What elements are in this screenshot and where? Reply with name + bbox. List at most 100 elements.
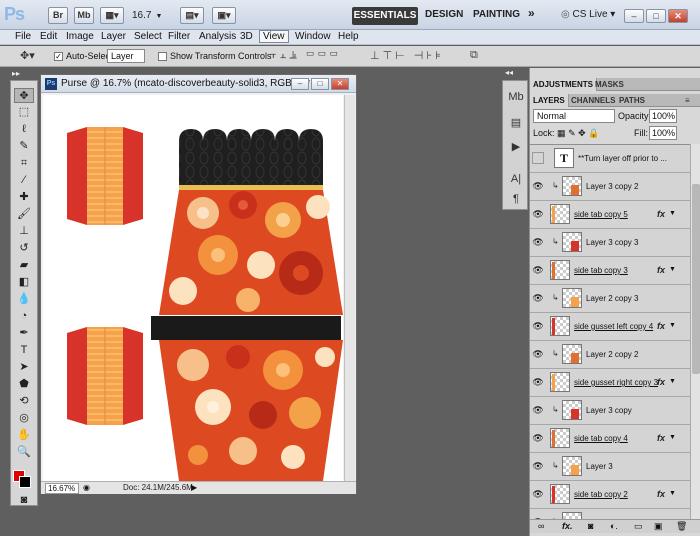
layer-name[interactable]: Layer 3 copy 3 xyxy=(586,238,638,247)
status-menu-icon[interactable]: ◉ xyxy=(83,483,90,492)
collapse-toolbar-icon[interactable]: ▸▸ xyxy=(12,69,20,78)
blend-mode-dropdown[interactable]: Normal xyxy=(533,109,615,123)
layer-effects-icon[interactable]: fx xyxy=(657,377,665,387)
document-vertical-scrollbar[interactable] xyxy=(344,95,355,481)
layer-row[interactable]: 👁 side gusset left copy 4 fx ▼ xyxy=(530,313,690,341)
cs-live-menu[interactable]: ◎ CS Live ▾ xyxy=(561,9,615,20)
lasso-tool-icon[interactable]: ℓ xyxy=(14,122,34,137)
expand-effects-icon[interactable]: ▼ xyxy=(669,378,676,385)
brush-tool-icon[interactable]: 🖌 xyxy=(14,207,34,222)
paragraph-icon[interactable]: ¶ xyxy=(508,191,524,207)
menu-window[interactable]: Window xyxy=(295,31,331,42)
background-color-swatch[interactable] xyxy=(19,476,31,488)
menu-file[interactable]: File xyxy=(15,31,31,42)
opacity-input[interactable]: 100% xyxy=(649,109,677,123)
dodge-tool-icon[interactable]: ◔ xyxy=(14,309,34,324)
mask-icon[interactable]: ◙ xyxy=(588,521,593,531)
visibility-eye-icon[interactable]: 👁 xyxy=(532,320,544,332)
layer-row[interactable]: 👁↳Layer 2 copy xyxy=(530,509,690,519)
visibility-eye-icon[interactable]: 👁 xyxy=(532,460,544,472)
type-tool-icon[interactable]: T xyxy=(14,343,34,358)
arrange-documents-button[interactable]: ▤▾ xyxy=(180,7,204,24)
distribute-icons[interactable]: ⊥⊤⊢ ⊣⊦⊧ xyxy=(370,49,444,62)
visibility-eye-icon[interactable]: 👁 xyxy=(532,348,544,360)
layer-name[interactable]: side gusset right copy 3 xyxy=(574,378,658,387)
visibility-eye-icon[interactable] xyxy=(532,152,544,164)
tab-paths[interactable]: PATHS xyxy=(616,94,648,107)
restore-button[interactable]: □ xyxy=(646,9,666,23)
layer-row[interactable]: 👁 ↳ Layer 3 copy 2 xyxy=(530,173,690,201)
visibility-eye-icon[interactable]: 👁 xyxy=(532,236,544,248)
doc-restore-button[interactable]: □ xyxy=(311,78,329,90)
layer-name[interactable]: side gusset left copy 4 xyxy=(574,322,653,331)
healing-brush-tool-icon[interactable]: ✚ xyxy=(14,190,34,205)
document-canvas[interactable] xyxy=(43,95,343,481)
layer-name[interactable]: side tab copy 3 xyxy=(574,266,628,275)
adjustment-icon[interactable]: ◐. xyxy=(610,521,618,531)
move-tool-icon[interactable]: ✥ xyxy=(14,88,34,103)
workspace-design[interactable]: DESIGN xyxy=(425,9,463,20)
blur-tool-icon[interactable]: 💧 xyxy=(14,292,34,307)
visibility-eye-icon[interactable]: 👁 xyxy=(532,264,544,276)
layer-row[interactable]: 👁 side gusset right copy 3 fx ▼ xyxy=(530,369,690,397)
history-icon[interactable]: ▤ xyxy=(508,115,524,131)
menu-help[interactable]: Help xyxy=(338,31,359,42)
menu-select[interactable]: Select xyxy=(134,31,162,42)
marquee-tool-icon[interactable]: ⬚ xyxy=(14,105,34,120)
layer-name[interactable]: side tab copy 4 xyxy=(574,434,628,443)
history-brush-tool-icon[interactable]: ↺ xyxy=(14,241,34,256)
menu-filter[interactable]: Filter xyxy=(168,31,190,42)
eyedropper-tool-icon[interactable]: ⁄ xyxy=(14,173,34,188)
layer-name[interactable]: Layer 3 xyxy=(586,462,613,471)
more-workspaces-button[interactable]: » xyxy=(528,6,535,20)
doc-minimize-button[interactable]: – xyxy=(291,78,309,90)
doc-close-button[interactable]: ✕ xyxy=(331,78,349,90)
visibility-eye-icon[interactable]: 👁 xyxy=(532,180,544,192)
visibility-eye-icon[interactable]: 👁 xyxy=(532,432,544,444)
layer-effects-icon[interactable]: fx xyxy=(657,489,665,499)
3d-rotate-tool-icon[interactable]: ⟲ xyxy=(14,394,34,409)
expand-effects-icon[interactable]: ▼ xyxy=(669,266,676,273)
fx-icon[interactable]: fx. xyxy=(562,521,573,531)
lock-all-icon[interactable]: 🔒 xyxy=(588,128,599,138)
layer-effects-icon[interactable]: fx xyxy=(657,265,665,275)
lock-transparency-icon[interactable]: ▦ xyxy=(557,128,566,138)
character-icon[interactable]: A| xyxy=(508,171,524,187)
trash-icon[interactable]: 🗑 xyxy=(676,521,687,532)
layer-row[interactable]: 👁 ↳ Layer 3 copy xyxy=(530,397,690,425)
tab-adjustments[interactable]: ADJUSTMENTS xyxy=(530,78,598,91)
view-extras-button[interactable]: ▦▾ xyxy=(100,7,124,24)
layer-effects-icon[interactable]: fx xyxy=(657,209,665,219)
mini-bridge-icon[interactable]: Mb xyxy=(508,89,524,105)
layers-scroll-thumb[interactable] xyxy=(692,184,700,374)
layer-name[interactable]: Layer 3 copy 2 xyxy=(586,182,638,191)
expand-effects-icon[interactable]: ▼ xyxy=(669,210,676,217)
layer-row[interactable]: 👁 ↳ Layer 3 copy 3 xyxy=(530,229,690,257)
auto-align-icon[interactable]: ⧉ xyxy=(470,49,481,62)
lock-position-icon[interactable]: ✥ xyxy=(578,128,586,138)
visibility-eye-icon[interactable]: 👁 xyxy=(532,292,544,304)
fill-input[interactable]: 100% xyxy=(649,126,677,140)
expand-effects-icon[interactable]: ▼ xyxy=(669,322,676,329)
move-tool-preset-icon[interactable]: ✥▾ xyxy=(20,49,35,62)
layer-row[interactable]: 👁 ↳ Layer 2 copy 3 xyxy=(530,285,690,313)
visibility-eye-icon[interactable]: 👁 xyxy=(532,404,544,416)
collapse-iconstrip-icon[interactable]: ◂◂ xyxy=(505,68,513,77)
tab-channels[interactable]: CHANNELS xyxy=(568,94,618,107)
layer-effects-icon[interactable]: fx xyxy=(657,433,665,443)
shape-tool-icon[interactable]: ⬟ xyxy=(14,377,34,392)
layer-name[interactable]: side tab copy 2 xyxy=(574,490,628,499)
layer-row[interactable]: 👁 side tab copy 3 fx ▼ xyxy=(530,257,690,285)
eraser-tool-icon[interactable]: ▰ xyxy=(14,258,34,273)
layer-row[interactable]: 👁 ↳ Layer 2 copy 2 xyxy=(530,341,690,369)
minimize-button[interactable]: – xyxy=(624,9,644,23)
layers-scrollbar[interactable] xyxy=(690,144,700,519)
workspace-painting[interactable]: PAINTING xyxy=(473,9,520,20)
document-titlebar[interactable]: Ps Purse @ 16.7% (mcato-discoverbeauty-s… xyxy=(41,75,356,93)
clone-stamp-tool-icon[interactable]: ⊥ xyxy=(14,224,34,239)
zoom-level-dropdown[interactable]: 16.7 ▼ xyxy=(132,7,174,24)
hand-tool-icon[interactable]: ✋ xyxy=(14,428,34,443)
crop-tool-icon[interactable]: ⌗ xyxy=(14,156,34,171)
panel-menu-icon[interactable]: ≡ xyxy=(682,94,693,107)
lock-pixels-icon[interactable]: ✎ xyxy=(568,128,576,138)
